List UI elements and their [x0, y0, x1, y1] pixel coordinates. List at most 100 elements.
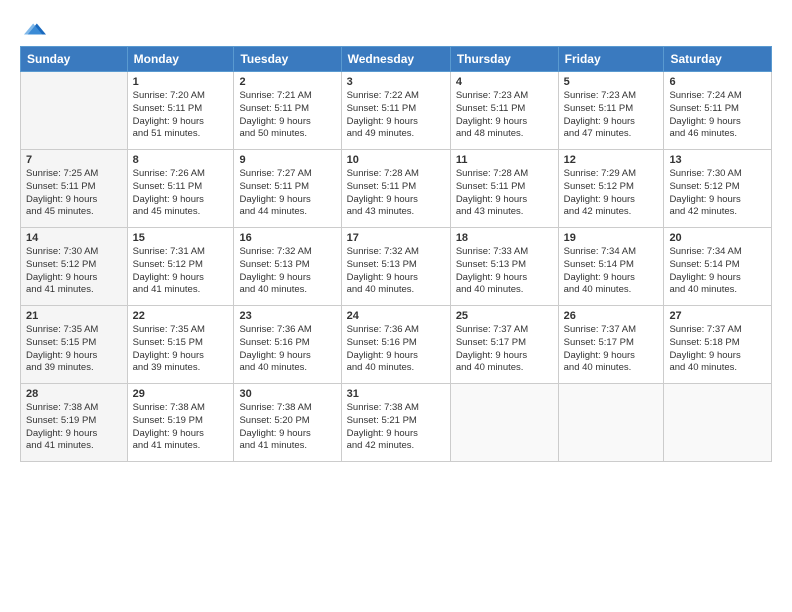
day-number: 17: [347, 232, 445, 244]
calendar-cell: 28Sunrise: 7:38 AMSunset: 5:19 PMDayligh…: [21, 384, 128, 462]
cell-content: Sunrise: 7:27 AMSunset: 5:11 PMDaylight:…: [239, 168, 335, 219]
logo: [20, 18, 46, 40]
day-number: 13: [669, 154, 766, 166]
cell-content: Sunrise: 7:34 AMSunset: 5:14 PMDaylight:…: [564, 246, 659, 297]
day-number: 31: [347, 388, 445, 400]
week-row-1: 1 Sunrise: 7:20 AMSunset: 5:11 PMDaylight…: [21, 72, 772, 150]
day-number: 7: [26, 154, 122, 166]
logo-icon: [24, 18, 46, 40]
day-number: 18: [456, 232, 553, 244]
week-row-5: 28Sunrise: 7:38 AMSunset: 5:19 PMDayligh…: [21, 384, 772, 462]
day-number: 12: [564, 154, 659, 166]
calendar-table: SundayMondayTuesdayWednesdayThursdayFrid…: [20, 46, 772, 462]
week-row-4: 21 Sunrise: 7:35 AMSunset: 5:15 PMDayligh…: [21, 306, 772, 384]
day-number: 21: [26, 310, 122, 322]
cell-content: Sunrise: 7:37 AMSunset: 5:17 PMDaylight:…: [456, 324, 553, 375]
weekday-header-wednesday: Wednesday: [341, 47, 450, 72]
weekday-header-thursday: Thursday: [450, 47, 558, 72]
cell-content: Sunrise: 7:26 AMSunset: 5:11 PMDaylight:…: [133, 168, 229, 219]
calendar-cell: [558, 384, 664, 462]
calendar-cell: 8 Sunrise: 7:26 AMSunset: 5:11 PMDaylight…: [127, 150, 234, 228]
day-number: 4: [456, 76, 553, 88]
calendar-cell: 9 Sunrise: 7:27 AMSunset: 5:11 PMDaylight…: [234, 150, 341, 228]
calendar-cell: 7 Sunrise: 7:25 AMSunset: 5:11 PMDaylight…: [21, 150, 128, 228]
calendar-cell: 15 Sunrise: 7:31 AMSunset: 5:12 PMDayligh…: [127, 228, 234, 306]
day-number: 20: [669, 232, 766, 244]
cell-content: Sunrise: 7:21 AMSunset: 5:11 PMDaylight:…: [239, 90, 335, 141]
cell-content: Sunrise: 7:23 AMSunset: 5:11 PMDaylight:…: [564, 90, 659, 141]
day-number: 14: [26, 232, 122, 244]
calendar-cell: [664, 384, 772, 462]
day-number: 8: [133, 154, 229, 166]
cell-content: Sunrise: 7:23 AMSunset: 5:11 PMDaylight:…: [456, 90, 553, 141]
day-number: 23: [239, 310, 335, 322]
calendar-cell: 14Sunrise: 7:30 AMSunset: 5:12 PMDayligh…: [21, 228, 128, 306]
cell-content: Sunrise: 7:38 AMSunset: 5:19 PMDaylight:…: [133, 402, 229, 453]
calendar-cell: 5 Sunrise: 7:23 AMSunset: 5:11 PMDaylight…: [558, 72, 664, 150]
calendar-cell: 25 Sunrise: 7:37 AMSunset: 5:17 PMDayligh…: [450, 306, 558, 384]
day-number: 19: [564, 232, 659, 244]
day-number: 2: [239, 76, 335, 88]
calendar-cell: 2 Sunrise: 7:21 AMSunset: 5:11 PMDaylight…: [234, 72, 341, 150]
calendar-cell: 16 Sunrise: 7:32 AMSunset: 5:13 PMDayligh…: [234, 228, 341, 306]
day-number: 15: [133, 232, 229, 244]
day-number: 16: [239, 232, 335, 244]
calendar-cell: 31 Sunrise: 7:38 AMSunset: 5:21 PMDayligh…: [341, 384, 450, 462]
cell-content: Sunrise: 7:37 AMSunset: 5:17 PMDaylight:…: [564, 324, 659, 375]
calendar-cell: 24 Sunrise: 7:36 AMSunset: 5:16 PMDayligh…: [341, 306, 450, 384]
weekday-header-saturday: Saturday: [664, 47, 772, 72]
day-number: 25: [456, 310, 553, 322]
calendar-cell: 20Sunrise: 7:34 AMSunset: 5:14 PMDayligh…: [664, 228, 772, 306]
cell-content: Sunrise: 7:38 AMSunset: 5:21 PMDaylight:…: [347, 402, 445, 453]
calendar-cell: 10 Sunrise: 7:28 AMSunset: 5:11 PMDayligh…: [341, 150, 450, 228]
day-number: 26: [564, 310, 659, 322]
day-number: 22: [133, 310, 229, 322]
cell-content: Sunrise: 7:36 AMSunset: 5:16 PMDaylight:…: [239, 324, 335, 375]
weekday-header-row: SundayMondayTuesdayWednesdayThursdayFrid…: [21, 47, 772, 72]
day-number: 30: [239, 388, 335, 400]
calendar-cell: 23 Sunrise: 7:36 AMSunset: 5:16 PMDayligh…: [234, 306, 341, 384]
calendar-cell: 18 Sunrise: 7:33 AMSunset: 5:13 PMDayligh…: [450, 228, 558, 306]
cell-content: Sunrise: 7:28 AMSunset: 5:11 PMDaylight:…: [456, 168, 553, 219]
calendar-cell: 17Sunrise: 7:32 AMSunset: 5:13 PMDayligh…: [341, 228, 450, 306]
day-number: 29: [133, 388, 229, 400]
cell-content: Sunrise: 7:35 AMSunset: 5:15 PMDaylight:…: [26, 324, 122, 375]
cell-content: Sunrise: 7:32 AMSunset: 5:13 PMDaylight:…: [239, 246, 335, 297]
calendar-cell: 27Sunrise: 7:37 AMSunset: 5:18 PMDayligh…: [664, 306, 772, 384]
day-number: 1: [133, 76, 229, 88]
page: SundayMondayTuesdayWednesdayThursdayFrid…: [0, 0, 792, 612]
day-number: 10: [347, 154, 445, 166]
calendar-cell: 30 Sunrise: 7:38 AMSunset: 5:20 PMDayligh…: [234, 384, 341, 462]
cell-content: Sunrise: 7:35 AMSunset: 5:15 PMDaylight:…: [133, 324, 229, 375]
calendar-cell: 26 Sunrise: 7:37 AMSunset: 5:17 PMDayligh…: [558, 306, 664, 384]
calendar-cell: 29 Sunrise: 7:38 AMSunset: 5:19 PMDayligh…: [127, 384, 234, 462]
cell-content: Sunrise: 7:22 AMSunset: 5:11 PMDaylight:…: [347, 90, 445, 141]
cell-content: Sunrise: 7:38 AMSunset: 5:20 PMDaylight:…: [239, 402, 335, 453]
cell-content: Sunrise: 7:20 AMSunset: 5:11 PMDaylight:…: [133, 90, 229, 141]
day-number: 5: [564, 76, 659, 88]
cell-content: Sunrise: 7:25 AMSunset: 5:11 PMDaylight:…: [26, 168, 122, 219]
calendar-cell: 12Sunrise: 7:29 AMSunset: 5:12 PMDayligh…: [558, 150, 664, 228]
calendar-cell: [450, 384, 558, 462]
calendar-cell: 22 Sunrise: 7:35 AMSunset: 5:15 PMDayligh…: [127, 306, 234, 384]
cell-content: Sunrise: 7:38 AMSunset: 5:19 PMDaylight:…: [26, 402, 122, 453]
calendar-cell: 13Sunrise: 7:30 AMSunset: 5:12 PMDayligh…: [664, 150, 772, 228]
day-number: 24: [347, 310, 445, 322]
cell-content: Sunrise: 7:33 AMSunset: 5:13 PMDaylight:…: [456, 246, 553, 297]
cell-content: Sunrise: 7:36 AMSunset: 5:16 PMDaylight:…: [347, 324, 445, 375]
calendar-cell: 11Sunrise: 7:28 AMSunset: 5:11 PMDayligh…: [450, 150, 558, 228]
day-number: 3: [347, 76, 445, 88]
calendar-cell: 19 Sunrise: 7:34 AMSunset: 5:14 PMDayligh…: [558, 228, 664, 306]
calendar-cell: 21 Sunrise: 7:35 AMSunset: 5:15 PMDayligh…: [21, 306, 128, 384]
cell-content: Sunrise: 7:24 AMSunset: 5:11 PMDaylight:…: [669, 90, 766, 141]
cell-content: Sunrise: 7:28 AMSunset: 5:11 PMDaylight:…: [347, 168, 445, 219]
day-number: 27: [669, 310, 766, 322]
day-number: 6: [669, 76, 766, 88]
day-number: 9: [239, 154, 335, 166]
week-row-2: 7 Sunrise: 7:25 AMSunset: 5:11 PMDaylight…: [21, 150, 772, 228]
cell-content: Sunrise: 7:31 AMSunset: 5:12 PMDaylight:…: [133, 246, 229, 297]
week-row-3: 14Sunrise: 7:30 AMSunset: 5:12 PMDayligh…: [21, 228, 772, 306]
calendar-cell: [21, 72, 128, 150]
calendar-cell: 4 Sunrise: 7:23 AMSunset: 5:11 PMDaylight…: [450, 72, 558, 150]
calendar-cell: 3 Sunrise: 7:22 AMSunset: 5:11 PMDaylight…: [341, 72, 450, 150]
